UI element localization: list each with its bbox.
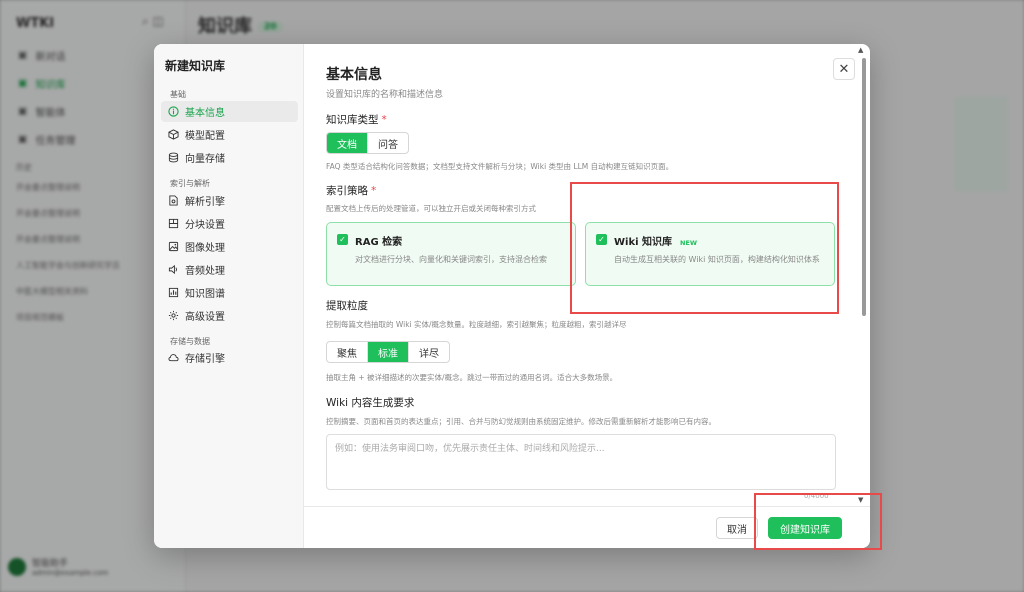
modal-footer: 取消 创建知识库	[304, 506, 870, 548]
nav-item-advanced-settings[interactable]: 高级设置	[161, 305, 298, 326]
granularity-description: 控制每篇文档抽取的 Wiki 实体/概念数量。粒度越细，索引越聚焦；粒度越粗，索…	[326, 320, 627, 329]
nav-group-label: 存储与数据	[170, 337, 210, 346]
nav-item-image-processing[interactable]: 图像处理	[161, 236, 298, 257]
strategy-card-title: RAG 检索	[355, 237, 403, 248]
nav-item-chunk-settings[interactable]: 分块设置	[161, 213, 298, 234]
strategy-card-description: 对文档进行分块、向量化和关键词索引，支持混合检索	[355, 255, 547, 264]
modal-title: 新建知识库	[165, 59, 226, 73]
modal-sidebar: 新建知识库 基础 基本信息 模型配置 向量存储 索引与解析 解析引擎 分块设置 …	[154, 44, 304, 548]
split-icon	[168, 218, 179, 229]
granularity-option-detailed[interactable]: 详尽	[409, 342, 449, 362]
wiki-requirement-label: Wiki 内容生成要求	[326, 397, 415, 409]
nav-item-model-config[interactable]: 模型配置	[161, 124, 298, 145]
file-scan-icon	[168, 195, 179, 206]
modal-content: 基本信息 设置知识库的名称和描述信息 知识库类型 * 文档 问答 FAQ 类型适合…	[304, 44, 870, 506]
granularity-option-focus[interactable]: 聚焦	[327, 342, 368, 362]
nav-item-parse-engine[interactable]: 解析引擎	[161, 190, 298, 211]
index-strategy-description: 配置文档上传后的处理管道，可以独立开启或关闭每种索引方式	[326, 204, 536, 213]
nav-item-storage-engine[interactable]: 存储引擎	[161, 347, 298, 368]
section-subtitle: 设置知识库的名称和描述信息	[326, 90, 444, 100]
kb-type-option-qa[interactable]: 问答	[368, 133, 408, 153]
modal-scrollbar-thumb[interactable]	[862, 58, 866, 316]
granularity-option-standard[interactable]: 标准	[368, 342, 409, 362]
database-icon	[168, 152, 179, 163]
create-kb-button[interactable]: 创建知识库	[768, 517, 842, 539]
granularity-hint: 抽取主角 + 被详细描述的次要实体/概念。跳过一带而过的通用名词。适合大多数场景…	[326, 373, 618, 382]
audio-icon	[168, 264, 179, 275]
image-icon	[168, 241, 179, 252]
scroll-up-icon[interactable]: ▲	[858, 46, 863, 54]
kb-type-selector: 文档 问答	[326, 132, 409, 154]
cube-icon	[168, 129, 179, 140]
graph-icon	[168, 287, 179, 298]
section-title: 基本信息	[326, 67, 382, 83]
strategy-card-rag[interactable]: ✓ RAG 检索 对文档进行分块、向量化和关键词索引，支持混合检索	[326, 222, 576, 286]
wiki-requirement-description: 控制摘要、页面和首页的表达重点；引用、合并与防幻觉规则由系统固定维护。修改后需重…	[326, 417, 716, 426]
nav-group-label: 索引与解析	[170, 179, 210, 188]
nav-item-basic-info[interactable]: 基本信息	[161, 101, 298, 122]
nav-group-label: 基础	[170, 90, 186, 99]
nav-item-vector-storage[interactable]: 向量存储	[161, 147, 298, 168]
create-kb-modal: 新建知识库 基础 基本信息 模型配置 向量存储 索引与解析 解析引擎 分块设置 …	[154, 44, 870, 548]
cancel-button[interactable]: 取消	[716, 517, 758, 539]
granularity-label: 提取粒度	[326, 300, 368, 312]
kb-type-description: FAQ 类型适合结构化问答数据；文档型支持文件解析与分块；Wiki 类型由 LL…	[326, 162, 674, 171]
granularity-selector: 聚焦 标准 详尽	[326, 341, 450, 363]
nav-item-knowledge-graph[interactable]: 知识图谱	[161, 282, 298, 303]
info-icon	[168, 106, 179, 117]
strategy-card-title: Wiki 知识库 NEW	[614, 237, 698, 248]
cloud-icon	[168, 352, 179, 363]
close-button[interactable]: ✕	[833, 58, 855, 80]
index-strategy-label: 索引策略 *	[326, 185, 377, 197]
char-counter: 0/4000	[804, 492, 829, 500]
checkbox-checked-icon[interactable]: ✓	[596, 234, 607, 245]
new-badge: NEW	[680, 239, 698, 247]
gear-icon	[168, 310, 179, 321]
scroll-down-icon[interactable]: ▼	[858, 496, 863, 504]
strategy-card-description: 自动生成互相关联的 Wiki 知识页面，构建结构化知识体系	[614, 255, 820, 264]
kb-type-label: 知识库类型 *	[326, 114, 387, 126]
kb-type-option-document[interactable]: 文档	[327, 133, 368, 153]
wiki-requirement-input[interactable]	[326, 434, 836, 490]
close-icon: ✕	[838, 61, 850, 77]
checkbox-checked-icon[interactable]: ✓	[337, 234, 348, 245]
strategy-card-wiki[interactable]: ✓ Wiki 知识库 NEW 自动生成互相关联的 Wiki 知识页面，构建结构化知…	[585, 222, 835, 286]
nav-item-audio-processing[interactable]: 音频处理	[161, 259, 298, 280]
